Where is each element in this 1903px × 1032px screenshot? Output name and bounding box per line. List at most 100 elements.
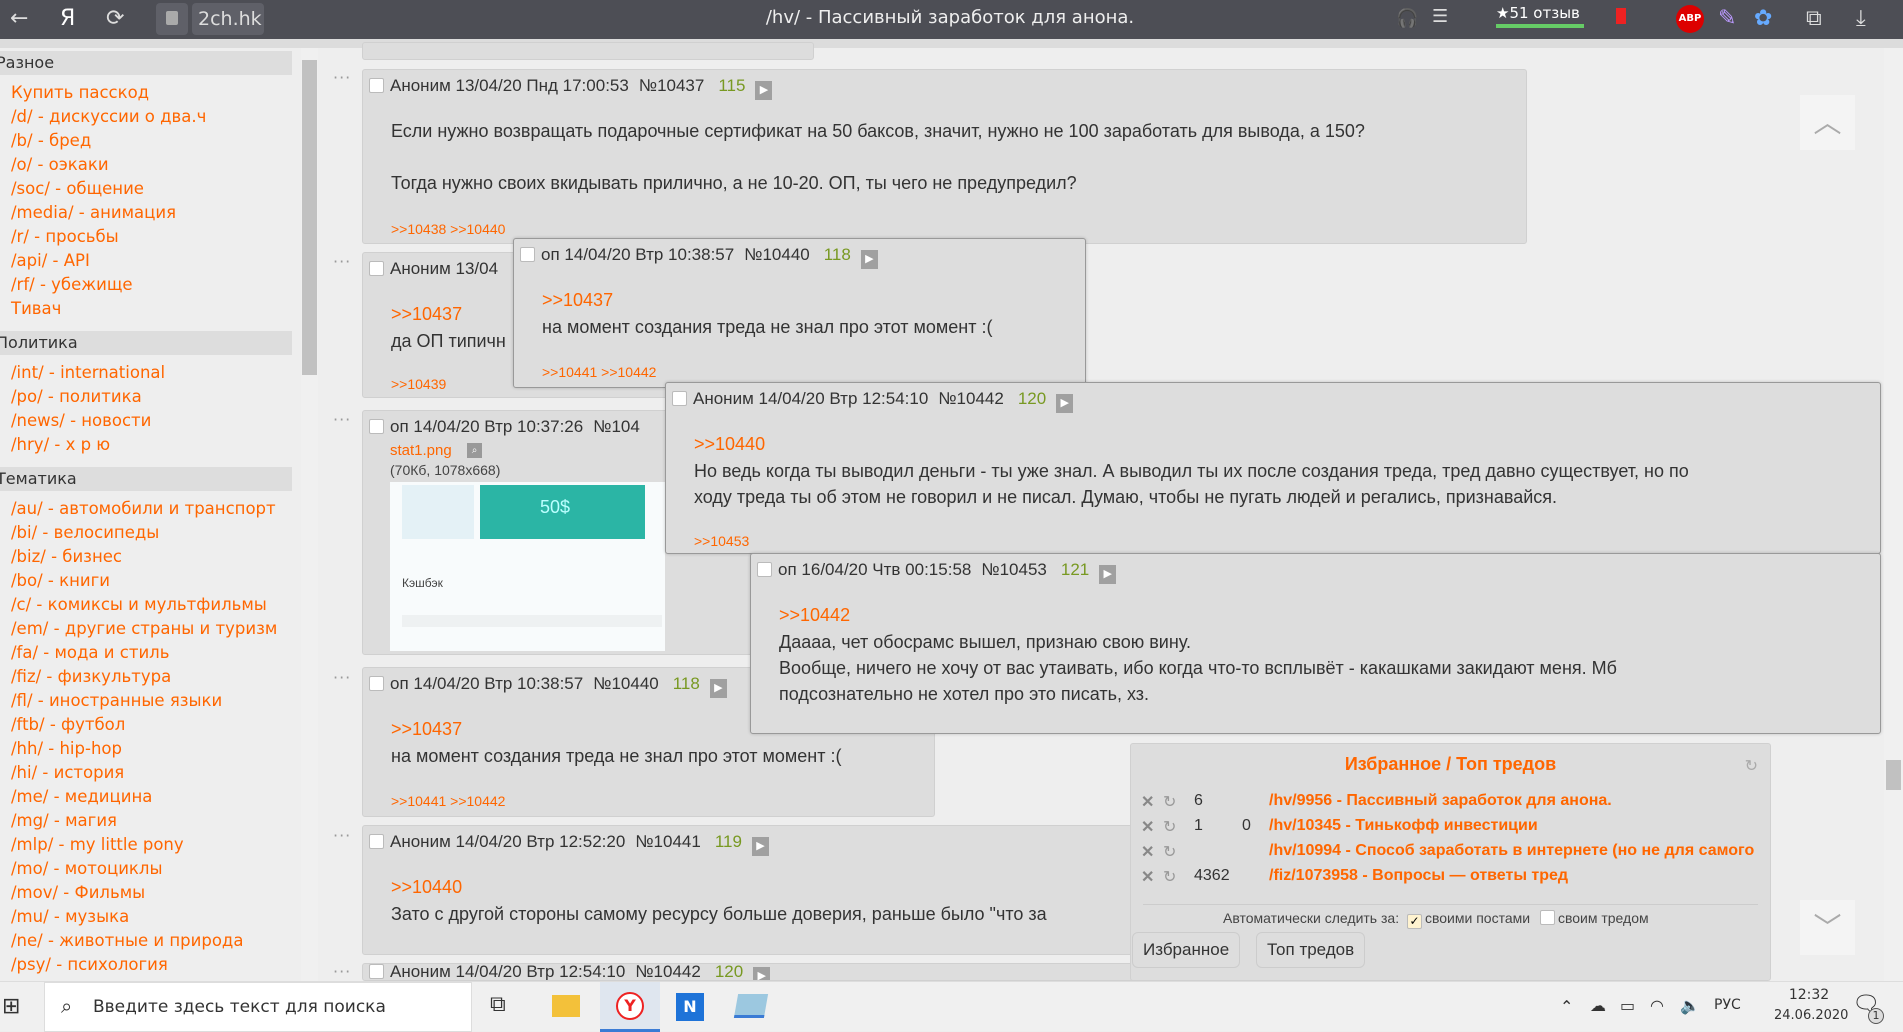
- play-icon[interactable]: ▶: [1099, 565, 1117, 584]
- feather-icon[interactable]: ✎: [1718, 6, 1736, 31]
- sidebar-board-link[interactable]: /hry/ - х р ю: [0, 433, 292, 457]
- image-thumbnail[interactable]: 50$ Кэшбэк: [390, 482, 665, 651]
- post-checkbox[interactable]: [369, 261, 384, 276]
- post-replies[interactable]: >>10453: [694, 533, 749, 549]
- post-number[interactable]: №10442: [635, 964, 701, 980]
- sidebar-board-link[interactable]: /c/ - комиксы и мультфильмы: [0, 593, 292, 617]
- app-icon[interactable]: [733, 994, 769, 1018]
- post-checkbox[interactable]: [369, 964, 384, 979]
- onedrive-icon[interactable]: ☁: [1590, 996, 1606, 1015]
- sidebar-board-link[interactable]: /rf/ - убежище: [0, 273, 292, 297]
- play-icon[interactable]: ▶: [755, 81, 773, 100]
- task-view-icon[interactable]: ⧉: [490, 992, 506, 1017]
- page-scrollbar-thumb[interactable]: [1886, 760, 1901, 790]
- post-replies[interactable]: >>10439: [391, 376, 446, 392]
- sidebar-board-link[interactable]: Купить пасскод: [0, 81, 292, 105]
- scroll-down-button[interactable]: ﹀: [1800, 900, 1855, 955]
- post-number[interactable]: №10442: [938, 389, 1004, 408]
- post-menu-icon[interactable]: ···: [333, 410, 351, 429]
- post-checkbox[interactable]: [369, 419, 384, 434]
- post-replies[interactable]: >>10438 >>10440: [391, 221, 505, 237]
- sidebar-board-link[interactable]: /em/ - другие страны и туризм: [0, 617, 292, 641]
- sidebar-board-link[interactable]: /fa/ - мода и стиль: [0, 641, 292, 665]
- post-checkbox[interactable]: [672, 391, 687, 406]
- reader-icon[interactable]: ☰: [1432, 6, 1448, 27]
- play-icon[interactable]: ▶: [709, 679, 727, 698]
- sidebar-board-link[interactable]: /mlp/ - my little pony: [0, 833, 292, 857]
- post-replies[interactable]: >>10441 >>10442: [391, 793, 505, 809]
- post-reply-link[interactable]: >>10437: [542, 287, 613, 314]
- tab-top-threads[interactable]: Топ тредов: [1256, 932, 1366, 968]
- post-reply-link[interactable]: >>10437: [391, 301, 462, 328]
- sidebar-board-link[interactable]: /hi/ - история: [0, 761, 292, 785]
- post-checkbox[interactable]: [520, 247, 535, 262]
- language-indicator[interactable]: РУС: [1714, 997, 1741, 1013]
- address-bar[interactable]: 2ch.hk: [192, 3, 264, 35]
- sidebar-board-link[interactable]: /o/ - оэкаки: [0, 153, 292, 177]
- sidebar-board-link[interactable]: /news/ - новости: [0, 409, 292, 433]
- sidebar-board-link[interactable]: /soc/ - общение: [0, 177, 292, 201]
- battery-icon[interactable]: ▭: [1620, 996, 1635, 1015]
- sidebar-board-link[interactable]: /bo/ - книги: [0, 569, 292, 593]
- tab-favorites[interactable]: Избранное: [1132, 932, 1241, 968]
- sidebar-board-link[interactable]: /mov/ - Фильмы: [0, 881, 292, 905]
- post-menu-icon[interactable]: ···: [333, 252, 351, 271]
- sidebar-board-link[interactable]: /psy/ - психология: [0, 953, 292, 977]
- sidebar-board-link[interactable]: /po/ - политика: [0, 385, 292, 409]
- post-menu-icon[interactable]: ···: [333, 826, 351, 845]
- post-number[interactable]: №10453: [981, 560, 1047, 579]
- post-number[interactable]: №10441: [635, 832, 701, 851]
- post-number[interactable]: №10440: [744, 245, 810, 264]
- favorite-thread-link[interactable]: /hv/10994 - Способ заработать в интернет…: [1269, 842, 1754, 860]
- yandex-icon[interactable]: Я: [60, 6, 75, 31]
- play-icon[interactable]: ▶: [1056, 394, 1074, 413]
- taskbar-search[interactable]: ⌕ Введите здесь текст для поиска: [44, 982, 472, 1032]
- sidebar-board-link[interactable]: /b/ - бред: [0, 129, 292, 153]
- reviews-badge[interactable]: ★51 отзыв: [1496, 4, 1580, 22]
- sidebar-board-link[interactable]: /biz/ - бизнес: [0, 545, 292, 569]
- yandex-browser-taskbar[interactable]: Y: [600, 982, 660, 1032]
- sidebar-board-link[interactable]: /mu/ - музыка: [0, 905, 292, 929]
- volume-icon[interactable]: 🔈: [1680, 996, 1700, 1015]
- remove-icon[interactable]: ✕: [1141, 842, 1154, 862]
- sidebar-board-link[interactable]: Тивач: [0, 297, 292, 321]
- post-number[interactable]: №10440: [593, 674, 659, 693]
- sidebar-board-link[interactable]: /mg/ - магия: [0, 809, 292, 833]
- post-reply-link[interactable]: >>10440: [391, 874, 462, 901]
- file-link[interactable]: stat1.png: [390, 442, 452, 459]
- favorite-thread-link[interactable]: /hv/10345 - Тинькофф инвестиции: [1269, 817, 1538, 835]
- sidebar-board-link[interactable]: /fl/ - иностранные языки: [0, 689, 292, 713]
- clock-date[interactable]: 24.06.2020: [1774, 1008, 1864, 1023]
- post-reply-link[interactable]: >>10442: [779, 602, 850, 629]
- sidebar-board-link[interactable]: /fiz/ - физкультура: [0, 665, 292, 689]
- post-replies[interactable]: >>10441 >>10442: [542, 364, 656, 380]
- post-number[interactable]: №104: [593, 417, 640, 436]
- scroll-up-button[interactable]: ︿: [1800, 95, 1855, 150]
- post-menu-icon[interactable]: ···: [333, 668, 351, 687]
- search-image-icon[interactable]: ⌕: [467, 443, 482, 458]
- page-scrollbar[interactable]: [1884, 48, 1903, 981]
- headphones-icon[interactable]: 🎧: [1396, 8, 1418, 29]
- post-number[interactable]: №10437: [639, 76, 705, 95]
- download-icon[interactable]: ⤓: [1856, 6, 1866, 31]
- play-icon[interactable]: ▶: [751, 837, 769, 856]
- sidebar-board-link[interactable]: /media/ - анимация: [0, 201, 292, 225]
- refresh-icon[interactable]: ↻: [1163, 792, 1176, 812]
- sidebar-board-link[interactable]: /r/ - просьбы: [0, 225, 292, 249]
- sidebar-board-link[interactable]: /hh/ - hip-hop: [0, 737, 292, 761]
- sidebar-board-link[interactable]: /me/ - медицина: [0, 785, 292, 809]
- favorite-thread-link[interactable]: /hv/9956 - Пассивный заработок для анона…: [1269, 792, 1612, 810]
- remove-icon[interactable]: ✕: [1141, 867, 1154, 887]
- refresh-icon[interactable]: ↻: [1163, 867, 1176, 887]
- sidebar-board-link[interactable]: /d/ - дискуссии о два.ч: [0, 105, 292, 129]
- sidebar-board-link[interactable]: /int/ - international: [0, 361, 292, 385]
- app-n-icon[interactable]: N: [676, 993, 704, 1021]
- wifi-icon[interactable]: ◠: [1650, 996, 1664, 1015]
- remove-icon[interactable]: ✕: [1141, 792, 1154, 812]
- extension-icon[interactable]: ✿: [1754, 6, 1772, 31]
- post-menu-icon[interactable]: ···: [333, 962, 351, 981]
- post-checkbox[interactable]: [757, 562, 772, 577]
- remove-icon[interactable]: ✕: [1141, 817, 1154, 837]
- sidebar-board-link[interactable]: /ftb/ - футбол: [0, 713, 292, 737]
- refresh-icon[interactable]: ↻: [1163, 817, 1176, 837]
